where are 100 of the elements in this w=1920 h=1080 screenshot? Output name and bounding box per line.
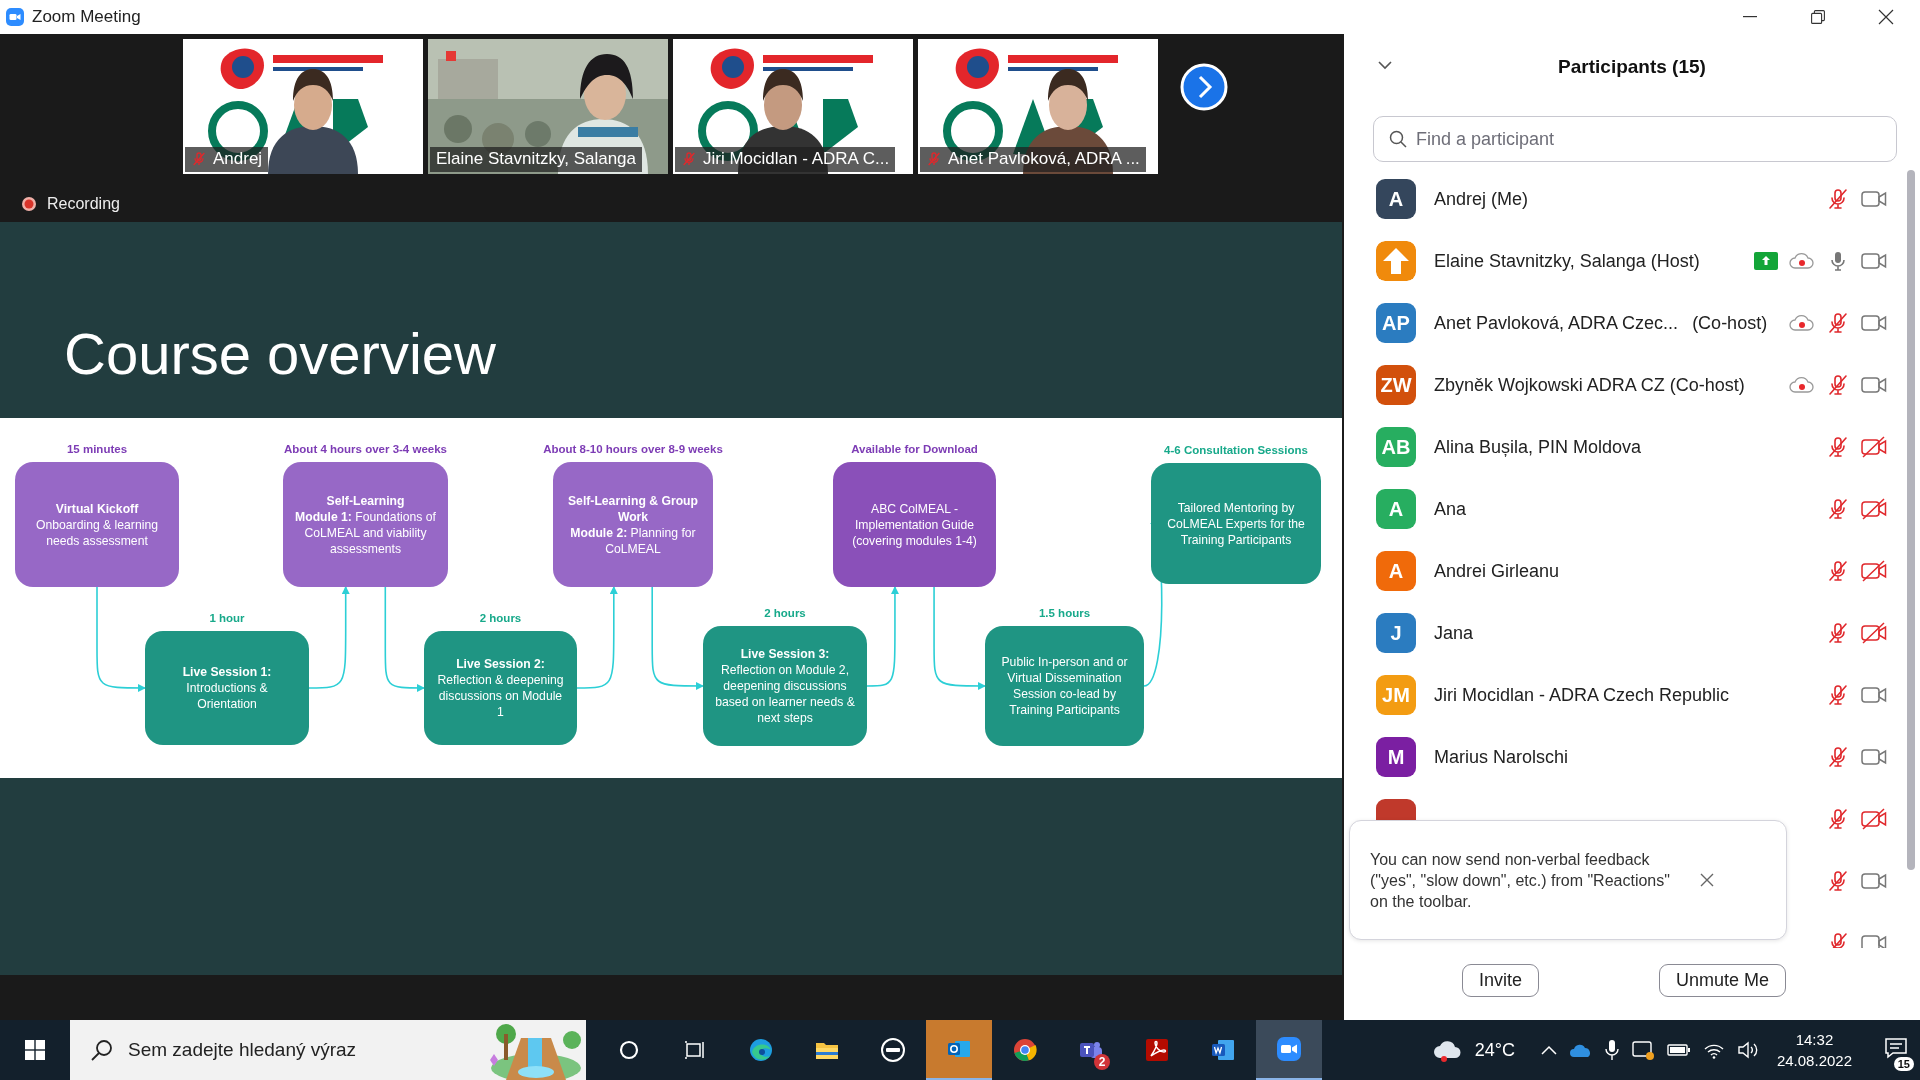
duration-label: 2 hours <box>479 611 522 626</box>
step-text: Module 2: Planning for CoLMEAL <box>569 524 697 557</box>
participant-name: Zbyněk Wojkowski ADRA CZ (Co-host) <box>1434 374 1745 396</box>
close-icon[interactable] <box>1700 873 1714 887</box>
muted-mic-icon[interactable] <box>1826 869 1850 893</box>
step-heading: Self-Learning & Group Work <box>567 492 699 525</box>
minimize-icon[interactable] <box>1743 16 1757 18</box>
step-text: ABC ColMEAL - Implementation Guide (covering modules 1-4) <box>851 500 978 549</box>
avatar: AP <box>1376 303 1416 343</box>
muted-mic-icon[interactable] <box>1826 745 1850 769</box>
step-heading: Live Session 1: <box>181 664 273 680</box>
slide-title: Course overview <box>64 320 496 387</box>
video-camera-icon[interactable] <box>1861 189 1887 209</box>
tooltip-text: You can now send non-verbal feedback ("yes", "slow down", etc.) from "Reactions" on the toolbar. <box>1370 849 1671 912</box>
video-camera-icon[interactable] <box>1861 313 1887 333</box>
step-text: Introductions & Orientation <box>185 680 269 712</box>
search-icon <box>1389 130 1407 148</box>
recording-icon <box>21 196 37 212</box>
action-button[interactable]: Unmute Me <box>1659 963 1787 997</box>
notification-icon[interactable] <box>1884 1037 1908 1059</box>
browser-icon <box>747 1036 775 1064</box>
mic-icon[interactable] <box>1604 1039 1619 1061</box>
taskbar-button[interactable]: 2 <box>1058 1020 1124 1080</box>
name-label: Anet Pavloková, ADRA ... <box>920 147 1146 172</box>
pdf-icon <box>1143 1036 1171 1064</box>
duration-label: About 8-10 hours over 8-9 weeks <box>543 442 723 457</box>
video-camera-icon[interactable] <box>1861 375 1887 395</box>
participant-name: Alina Bușila, PIN Moldova <box>1434 436 1642 458</box>
window-title: Zoom Meeting <box>32 7 141 27</box>
duration-label: About 4 hours over 3-4 weeks <box>284 442 447 457</box>
step-heading: Live Session 3: <box>739 646 831 662</box>
participant-name: Marius Narolschi <box>1434 746 1569 768</box>
muted-mic-icon[interactable] <box>1826 311 1850 335</box>
name-label: Elaine Stavnitzky, Salanga <box>430 147 643 172</box>
search-field[interactable]: Sem zadejte hledaný výraz <box>70 1020 476 1080</box>
role-label: (Co-host) <box>1692 312 1768 334</box>
video-off-icon[interactable] <box>1861 622 1887 644</box>
participant-name: Ana <box>1434 498 1467 520</box>
video-tile[interactable]: Anet Pavloková, ADRA ... <box>918 39 1158 174</box>
clock-time[interactable]: 14:32 <box>1795 1029 1834 1050</box>
step-text: Reflection & deepening discussions on Module 1 <box>436 672 565 720</box>
video-tile[interactable]: Elaine Stavnitzky, Salanga <box>428 39 668 174</box>
search-field[interactable]: Find a participant <box>1373 116 1897 162</box>
ring-icon <box>879 1036 907 1064</box>
avatar: M <box>1376 737 1416 777</box>
muted-mic-icon[interactable] <box>1826 683 1850 707</box>
display-icon[interactable] <box>1630 1039 1655 1061</box>
video-camera-icon[interactable] <box>1861 685 1887 705</box>
cloud-icon[interactable] <box>1568 1042 1593 1058</box>
video-camera-icon[interactable] <box>1861 933 1887 948</box>
video-off-icon[interactable] <box>1861 436 1887 458</box>
video-off-icon[interactable] <box>1861 560 1887 582</box>
participant-name: Andrei Girleanu <box>1434 560 1560 582</box>
name-label: Andrej <box>185 147 269 172</box>
windows-start-icon[interactable] <box>25 1040 45 1060</box>
muted-mic-icon[interactable] <box>1826 435 1850 459</box>
step-heading: Self-Learning <box>325 492 406 509</box>
muted-mic-icon[interactable] <box>1826 621 1850 645</box>
duration-label: Available for Download <box>851 442 978 457</box>
participant-name: Jana <box>1434 622 1474 644</box>
muted-mic-icon[interactable] <box>1826 807 1850 831</box>
chevron-down-icon[interactable] <box>1378 61 1392 70</box>
participant-name: Anet Pavloková, ADRA Czec... <box>1434 312 1679 334</box>
battery-icon[interactable] <box>1666 1043 1691 1057</box>
volume-icon[interactable] <box>1736 1041 1759 1059</box>
video-camera-icon[interactable] <box>1861 251 1887 271</box>
video-off-icon[interactable] <box>1861 498 1887 520</box>
video-camera-icon <box>1275 1035 1303 1063</box>
count-badge: 2 <box>1094 1054 1110 1070</box>
weather-cloud-icon[interactable] <box>1432 1038 1463 1062</box>
step-text: Onboarding & learning needs assessment <box>35 516 159 549</box>
taskbar-button[interactable] <box>1256 1020 1322 1080</box>
video-tile[interactable]: Jiri Mocidlan - ADRA C... <box>673 39 913 174</box>
scrollbar[interactable] <box>1907 170 1915 870</box>
duration-label: 2 hours <box>764 606 806 621</box>
close-icon[interactable] <box>1878 9 1894 25</box>
avatar: JM <box>1376 675 1416 715</box>
action-button[interactable]: Invite <box>1462 963 1540 997</box>
browser-icon <box>1011 1036 1039 1064</box>
video-tile[interactable]: Andrej <box>183 39 423 174</box>
muted-mic-icon[interactable] <box>1826 497 1850 521</box>
avatar: J <box>1376 613 1416 653</box>
restore-icon[interactable] <box>1811 10 1825 24</box>
video-camera-icon[interactable] <box>1861 747 1887 767</box>
muted-mic-icon[interactable] <box>1826 559 1850 583</box>
avatar: ZW <box>1376 365 1416 405</box>
next-page-button[interactable] <box>1180 63 1228 111</box>
avatar: A <box>1376 179 1416 219</box>
muted-mic-icon[interactable] <box>1826 373 1850 397</box>
video-off-icon[interactable] <box>1861 808 1887 830</box>
avatar: AB <box>1376 427 1416 467</box>
clock-date[interactable]: 24.08.2022 <box>1776 1050 1852 1071</box>
step-text: Module 1: Foundations of CoLMEAL and viability assessments <box>294 508 437 557</box>
participant-name: Andrej (Me) <box>1434 188 1529 210</box>
step-text: Tailored Mentoring by CoLMEAL Experts for the Training Participants <box>1166 499 1306 548</box>
duration-label: 15 minutes <box>66 442 128 457</box>
chevron-up-icon[interactable] <box>1540 1045 1557 1055</box>
duration-label: 4-6 Consultation Sessions <box>1164 443 1308 458</box>
muted-mic-icon[interactable] <box>1826 187 1850 211</box>
video-camera-icon[interactable] <box>1861 871 1887 891</box>
